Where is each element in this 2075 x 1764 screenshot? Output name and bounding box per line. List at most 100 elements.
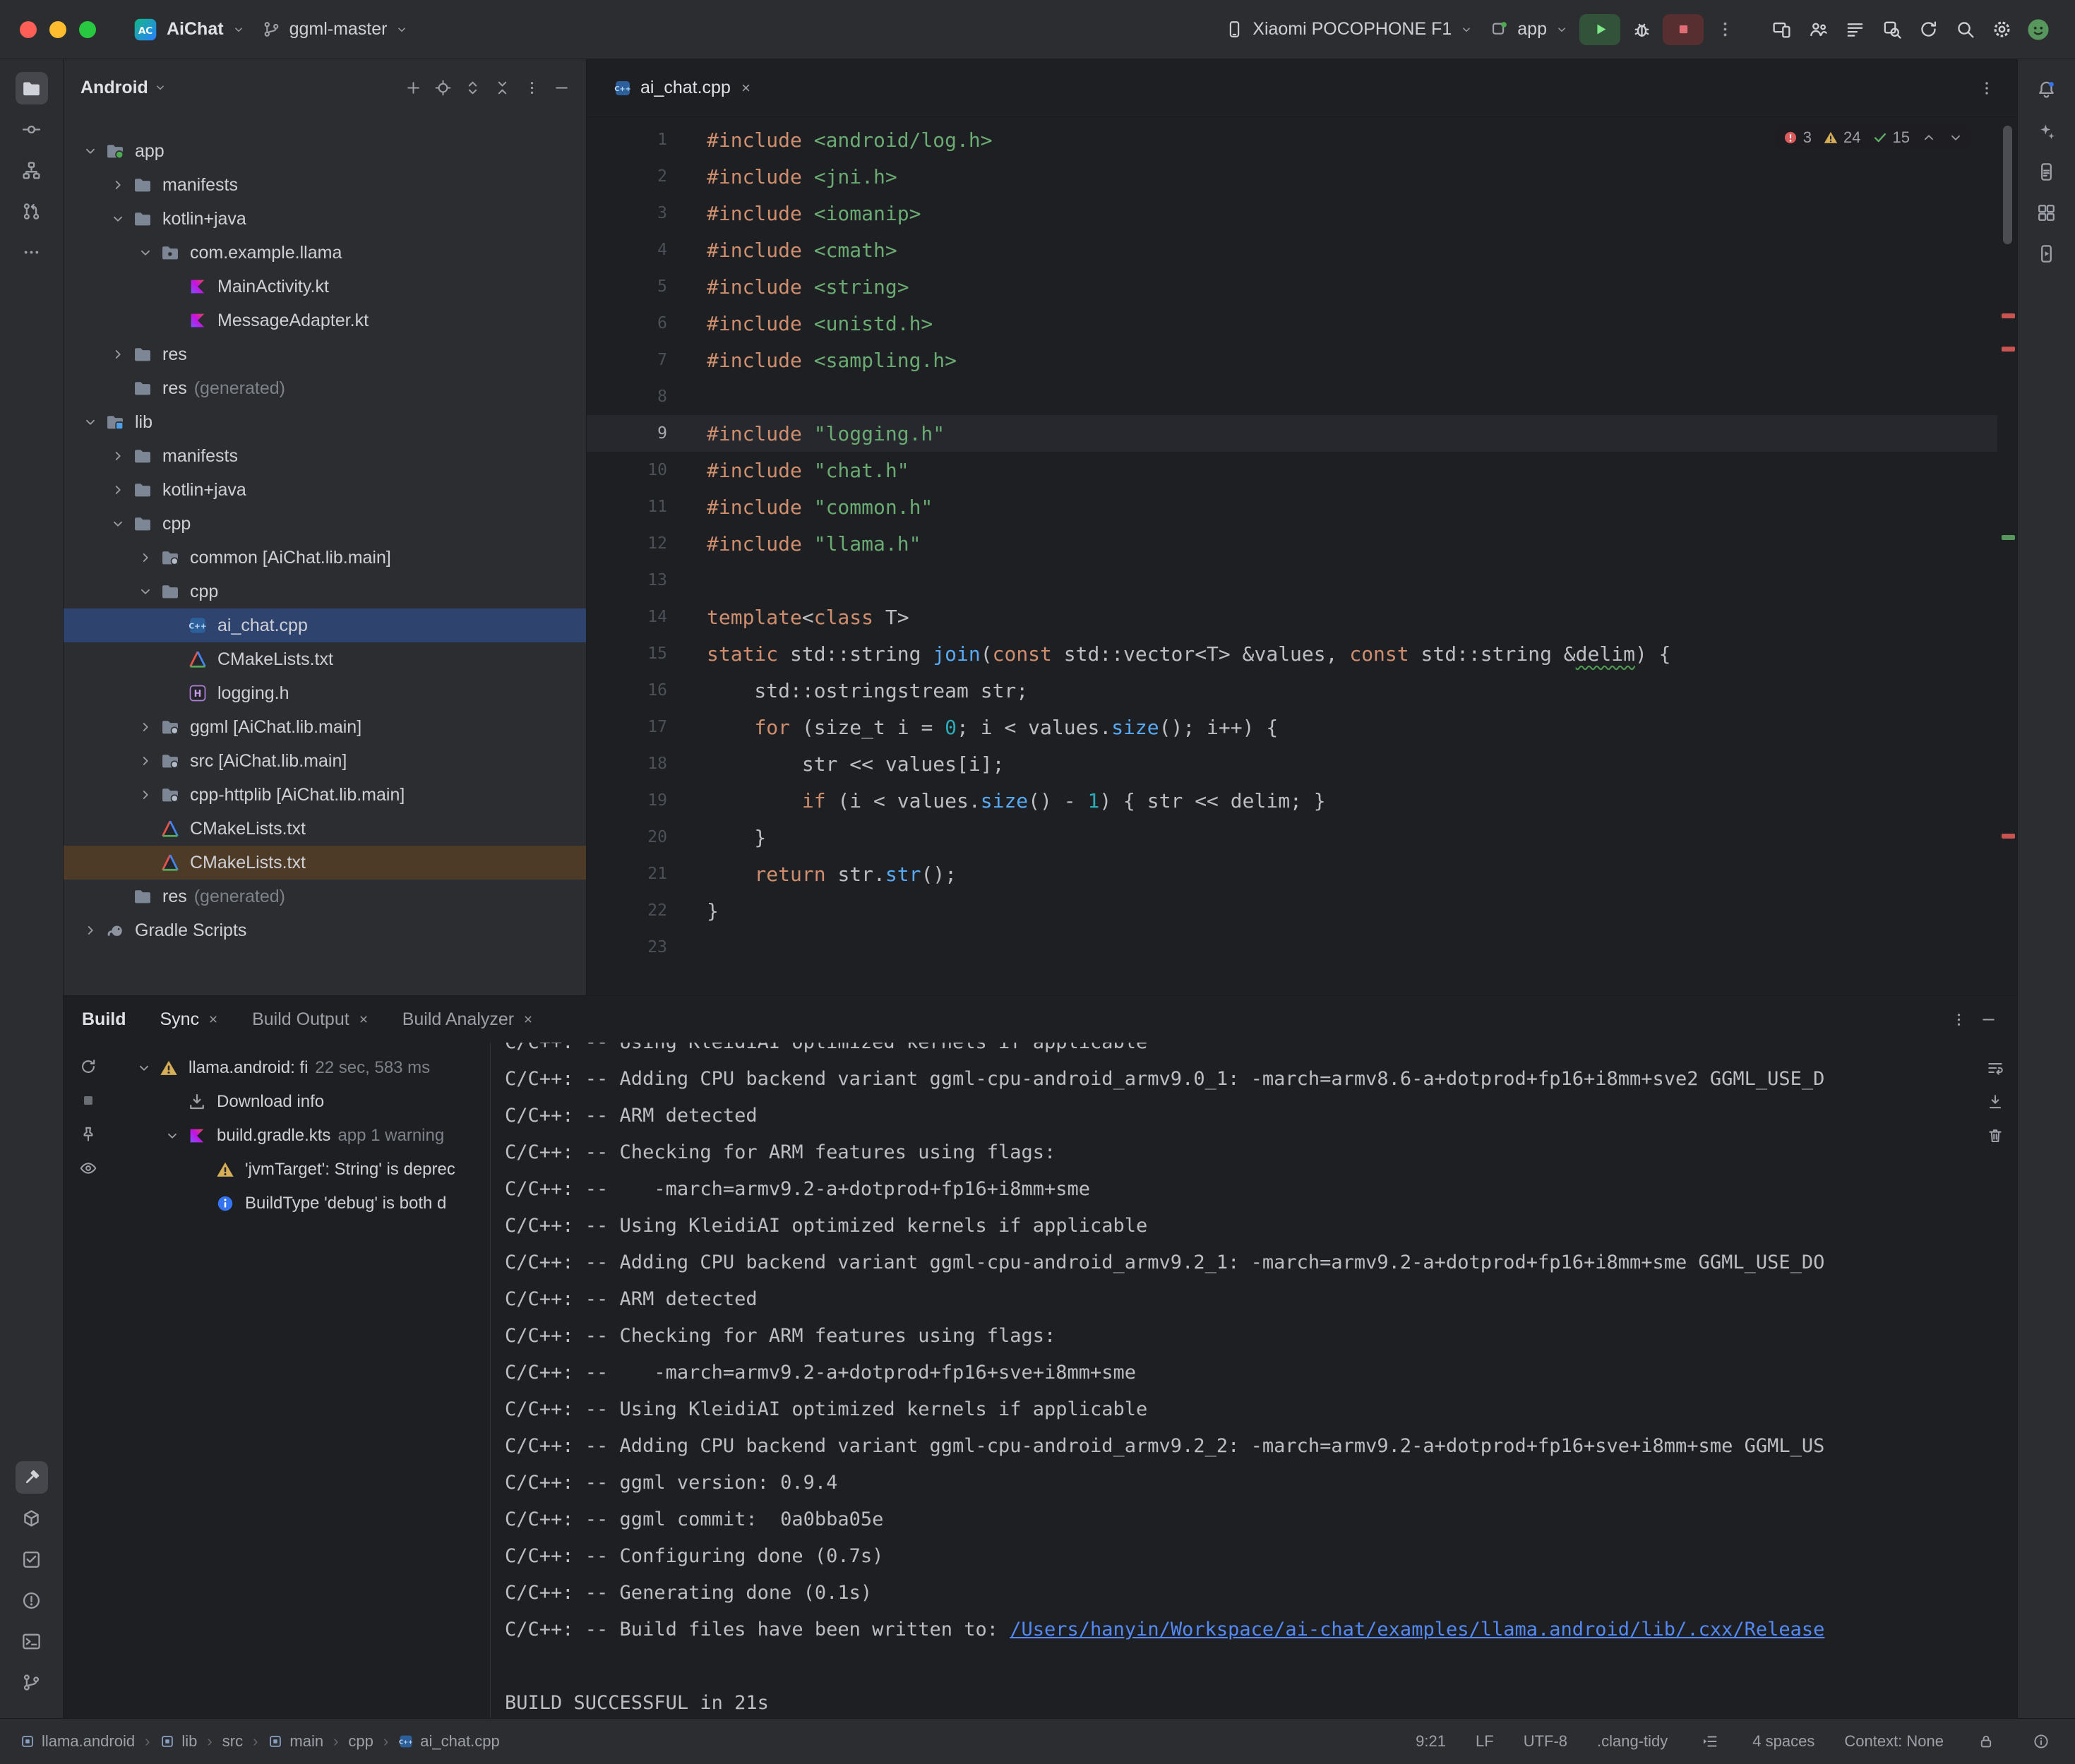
- ai-sparkle-icon[interactable]: [2031, 114, 2063, 147]
- chevron-down-icon[interactable]: [105, 211, 131, 227]
- chevron-right-icon[interactable]: [105, 177, 131, 193]
- more-v-icon[interactable]: [518, 73, 546, 102]
- layout-grid-icon[interactable]: [2031, 196, 2063, 229]
- status-item[interactable]: 9:21: [1416, 1732, 1446, 1751]
- collapse-all-icon[interactable]: [488, 73, 516, 102]
- code-line[interactable]: 13: [587, 562, 1997, 599]
- app-inspection-icon[interactable]: [1875, 13, 1908, 46]
- device-selector[interactable]: Xiaomi POCOPHONE F1: [1216, 13, 1481, 45]
- scroll-end-icon[interactable]: [1980, 1086, 2011, 1117]
- code-line[interactable]: 15static std::string join(const std::vec…: [587, 635, 1997, 672]
- code-line[interactable]: 22}: [587, 892, 1997, 929]
- run-config-selector[interactable]: app: [1481, 13, 1577, 45]
- eye-icon[interactable]: [73, 1153, 104, 1184]
- build-console[interactable]: C/C++: -- Using KleidiAI optimized kerne…: [490, 1043, 1973, 1718]
- problems-icon[interactable]: [16, 1584, 48, 1616]
- logcat-icon[interactable]: [1838, 13, 1871, 46]
- passed-summary[interactable]: 15: [1872, 128, 1910, 147]
- chevron-right-icon[interactable]: [105, 482, 131, 498]
- close-window-button[interactable]: [20, 21, 37, 38]
- chevron-right-icon[interactable]: [133, 753, 158, 769]
- code-line[interactable]: 21 return str.str();: [587, 856, 1997, 892]
- settings-icon[interactable]: [1985, 13, 2018, 46]
- project-tree-item[interactable]: src [AiChat.lib.main]: [64, 744, 586, 778]
- change-stripe-mark[interactable]: [2002, 535, 2015, 540]
- chevron-right-icon[interactable]: [105, 448, 131, 464]
- sync-project-icon[interactable]: [1912, 13, 1944, 46]
- editor-scrollbar[interactable]: [1997, 117, 2017, 995]
- project-tree-item[interactable]: CMakeLists.txt: [64, 846, 586, 880]
- warning-summary[interactable]: 24: [1823, 128, 1860, 147]
- structure-icon[interactable]: [16, 154, 48, 186]
- breadcrumb-item[interactable]: llama.android: [20, 1732, 135, 1751]
- code-line[interactable]: 14template<class T>: [587, 599, 1997, 635]
- project-tree-item[interactable]: MainActivity.kt: [64, 270, 586, 304]
- build-tree-item[interactable]: llama.android: fi22 sec, 583 ms: [113, 1051, 490, 1085]
- project-tree-item[interactable]: com.example.llama: [64, 236, 586, 270]
- console-link[interactable]: /Users/hanyin/Workspace/ai-chat/examples…: [1010, 1619, 1824, 1640]
- more-v-icon[interactable]: [1944, 1005, 1973, 1033]
- editor-tab-ai-chat-cpp[interactable]: C++ ai_chat.cpp: [602, 59, 764, 116]
- code-line[interactable]: 17 for (size_t i = 0; i < values.size();…: [587, 709, 1997, 745]
- profile-avatar[interactable]: [2022, 13, 2055, 46]
- running-devices-icon[interactable]: [2031, 237, 2063, 270]
- pin-icon[interactable]: [73, 1119, 104, 1150]
- code-line[interactable]: 7#include <sampling.h>: [587, 342, 1997, 378]
- hide-icon[interactable]: [1974, 1005, 2002, 1033]
- more-h-icon[interactable]: [16, 236, 48, 268]
- hide-icon[interactable]: [547, 73, 575, 102]
- chevron-down-icon[interactable]: [78, 143, 103, 159]
- build-tab-sync[interactable]: Sync: [160, 1009, 220, 1030]
- code-line[interactable]: 18 str << values[i];: [587, 745, 1997, 782]
- project-selector[interactable]: AC AiChat: [124, 11, 253, 48]
- status-item[interactable]: 4 spaces: [1752, 1732, 1814, 1751]
- code-line[interactable]: 16 std::ostringstream str;: [587, 672, 1997, 709]
- run-button[interactable]: [1579, 14, 1620, 45]
- editor-options-icon[interactable]: [1972, 73, 2002, 103]
- project-tree-item[interactable]: cpp-httplib [AiChat.lib.main]: [64, 778, 586, 812]
- breadcrumb-item[interactable]: src: [222, 1732, 243, 1751]
- chevron-down-icon[interactable]: [131, 1060, 157, 1076]
- error-summary[interactable]: 3: [1783, 128, 1812, 147]
- status-item[interactable]: .clang-tidy: [1597, 1732, 1668, 1751]
- dependencies-icon[interactable]: [16, 1502, 48, 1535]
- chevron-down-icon[interactable]: [160, 1128, 185, 1144]
- code-line[interactable]: 5#include <string>: [587, 268, 1997, 305]
- error-stripe-mark[interactable]: [2002, 834, 2015, 839]
- project-tree-item[interactable]: Hlogging.h: [64, 676, 586, 710]
- breadcrumb-item[interactable]: cpp: [348, 1732, 373, 1751]
- expand-all-icon[interactable]: [458, 73, 486, 102]
- project-tree-item[interactable]: ggml [AiChat.lib.main]: [64, 710, 586, 744]
- chevron-down-icon[interactable]: [133, 584, 158, 599]
- project-tree-item[interactable]: cpp: [64, 507, 586, 541]
- project-tree-item[interactable]: CMakeLists.txt: [64, 642, 586, 676]
- rerun-icon[interactable]: [73, 1051, 104, 1082]
- status-item[interactable]: LF: [1476, 1732, 1494, 1751]
- breadcrumb-item[interactable]: lib: [160, 1732, 197, 1751]
- prev-issue-button[interactable]: [1921, 130, 1937, 145]
- scrollbar-thumb[interactable]: [2003, 126, 2012, 244]
- chevron-down-icon[interactable]: [78, 414, 103, 430]
- build-tree-item[interactable]: Download info: [113, 1085, 490, 1119]
- project-tree-item[interactable]: app: [64, 134, 586, 168]
- close-tab-icon[interactable]: [207, 1013, 220, 1026]
- device-explorer-icon[interactable]: [2031, 155, 2063, 188]
- project-tree-item[interactable]: C++ai_chat.cpp: [64, 608, 586, 642]
- project-tree-item[interactable]: MessageAdapter.kt: [64, 304, 586, 337]
- project-tree-item[interactable]: lib: [64, 405, 586, 439]
- build-tree-item[interactable]: BuildType 'debug' is both d: [113, 1187, 490, 1220]
- breadcrumb-item[interactable]: C++ai_chat.cpp: [398, 1732, 500, 1751]
- project-view-selector[interactable]: Android: [80, 78, 148, 98]
- minimize-window-button[interactable]: [49, 21, 66, 38]
- project-tree-item[interactable]: kotlin+java: [64, 202, 586, 236]
- close-tab-icon[interactable]: [739, 81, 753, 95]
- git-branch-icon[interactable]: [16, 1666, 48, 1698]
- locate-icon[interactable]: [429, 73, 457, 102]
- project-tree-item[interactable]: manifests: [64, 439, 586, 473]
- project-tree-item[interactable]: kotlin+java: [64, 473, 586, 507]
- zoom-window-button[interactable]: [79, 21, 96, 38]
- chevron-right-icon[interactable]: [78, 923, 103, 938]
- terminal-icon[interactable]: [16, 1625, 48, 1657]
- build-tab-build-analyzer[interactable]: Build Analyzer: [402, 1009, 534, 1030]
- code-line[interactable]: 8: [587, 378, 1997, 415]
